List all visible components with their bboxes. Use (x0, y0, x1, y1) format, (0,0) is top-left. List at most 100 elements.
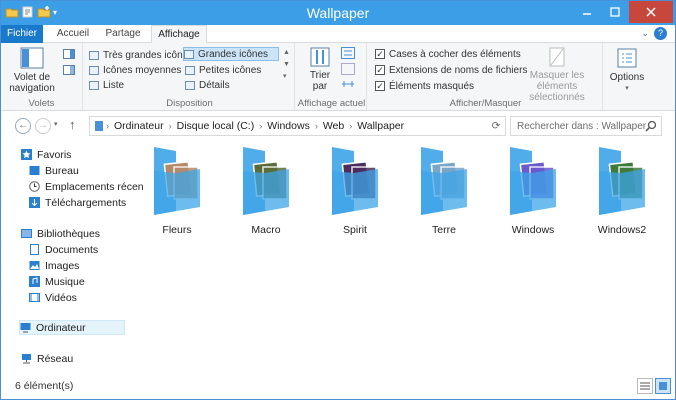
nav-documents[interactable]: Documents (29, 242, 98, 257)
up-arrow-icon[interactable]: ↑ (69, 117, 76, 132)
breadcrumb: › Ordinateur › Disque local (C:) › Windo… (89, 116, 506, 136)
sort-icon (310, 47, 330, 67)
nav-favoris[interactable]: Favoris (21, 147, 71, 162)
layout-very-large-icons[interactable]: Très grandes icônes (89, 48, 193, 62)
star-icon (21, 149, 32, 160)
search-icon[interactable] (645, 120, 657, 132)
folder-item[interactable]: Macro (222, 145, 310, 236)
group-volets: Volet de navigation Volets (1, 43, 83, 111)
medium-icons-icon (89, 65, 99, 75)
layout-small-icons[interactable]: Petites icônes (185, 63, 261, 77)
nav-images[interactable]: Images (29, 258, 79, 273)
folder-label: Fleurs (162, 224, 192, 236)
search-input[interactable]: Rechercher dans : Wallpaper (510, 116, 662, 136)
details-view-button[interactable] (637, 378, 653, 394)
folder-item[interactable]: Terre (400, 145, 488, 236)
breadcrumb-ordinateur[interactable]: Ordinateur (111, 120, 167, 132)
nav-reseau[interactable]: Réseau (21, 351, 73, 366)
breadcrumb-web[interactable]: Web (320, 120, 347, 132)
back-button[interactable]: ← (15, 118, 31, 134)
navigation-pane-label: Volet de navigation (9, 72, 55, 94)
breadcrumb-chevron-icon[interactable]: › (257, 121, 264, 131)
maximize-button[interactable] (601, 1, 629, 23)
group-affichage-actuel: Trier par Affichage actuel (297, 43, 367, 111)
nav-bureau[interactable]: Bureau (29, 163, 79, 178)
breadcrumb-wallpaper[interactable]: Wallpaper (354, 120, 407, 132)
pictures-icon (29, 261, 40, 270)
nav-telechargements[interactable]: Téléchargements (29, 195, 126, 210)
recent-locations-icon[interactable]: ▾ (54, 120, 58, 128)
group-label-affichage-actuel: Affichage actuel (297, 98, 366, 109)
small-icons-icon (185, 65, 195, 75)
checkbox-hidden-items[interactable]: ✓ Éléments masqués (375, 79, 474, 93)
breadcrumb-windows[interactable]: Windows (264, 120, 313, 132)
size-columns-icon[interactable] (341, 79, 357, 89)
group-by-icon[interactable] (341, 47, 357, 59)
computer-icon (20, 323, 31, 333)
large-icons-view-button[interactable] (655, 378, 671, 394)
details-icon (185, 80, 195, 90)
folder-item[interactable]: Spirit (311, 145, 399, 236)
tab-affichage[interactable]: Affichage (151, 25, 207, 44)
layout-medium-icons[interactable]: Icônes moyennes (89, 63, 181, 77)
nav-videos[interactable]: Vidéos (29, 290, 77, 305)
check-icon[interactable]: ✓ (375, 81, 385, 91)
breadcrumb-chevron-icon[interactable]: › (104, 121, 111, 131)
breadcrumb-chevron-icon[interactable]: › (167, 121, 174, 131)
check-icon[interactable]: ✓ (375, 49, 385, 59)
navigation-pane-button[interactable]: Volet de navigation (7, 47, 57, 94)
nav-ordinateur[interactable]: Ordinateur (19, 320, 125, 335)
forward-arrow-icon: → (38, 120, 48, 131)
download-icon (29, 197, 40, 208)
nav-bibliotheques[interactable]: Bibliothèques (21, 226, 100, 241)
close-button[interactable] (629, 1, 673, 23)
navigation-pane: Favoris Bureau Emplacements récen Téléch… (1, 141, 144, 374)
sort-by-button[interactable]: Trier par (305, 47, 335, 92)
folder-location-icon (95, 121, 103, 131)
layout-large-icons[interactable]: Grandes icônes (183, 47, 279, 61)
folder-label: Windows2 (597, 224, 647, 236)
documents-icon (30, 244, 39, 255)
checkbox-item-checkboxes[interactable]: ✓ Cases à cocher des éléments (375, 47, 521, 61)
ribbon-collapse-icon[interactable]: ⌄ (641, 28, 649, 39)
status-bar: 6 élément(s) (1, 375, 675, 399)
folder-item[interactable]: Windows2 (578, 145, 666, 236)
breadcrumb-disque-local[interactable]: Disque local (C:) (174, 120, 258, 132)
ribbon-tabs: Fichier Accueil Partage Affichage ⌄ ? (1, 25, 675, 44)
folder-item[interactable]: Windows (489, 145, 577, 236)
forward-button[interactable]: → (35, 118, 51, 134)
nav-musique[interactable]: Musique (29, 274, 85, 289)
checkbox-file-extensions[interactable]: ✓ Extensions de noms de fichiers (375, 63, 527, 77)
hide-selected-button[interactable]: Masquer les éléments sélectionnés (513, 47, 601, 103)
breadcrumb-chevron-icon[interactable]: › (347, 121, 354, 131)
list-icon (89, 80, 99, 90)
navigation-pane-icon (20, 47, 44, 69)
help-icon[interactable]: ? (654, 27, 667, 40)
options-button[interactable]: Options ▾ (607, 47, 647, 94)
breadcrumb-chevron-icon[interactable]: › (313, 121, 320, 131)
network-icon (22, 354, 31, 364)
layout-gallery-scroll[interactable]: ▲ ▼ ▾ (283, 47, 290, 83)
tab-fichier[interactable]: Fichier (1, 25, 43, 43)
music-icon (29, 276, 40, 287)
tab-accueil[interactable]: Accueil (51, 25, 95, 43)
folder-item[interactable]: Fleurs (133, 145, 221, 236)
details-pane-icon[interactable] (63, 65, 75, 75)
check-icon[interactable]: ✓ (375, 65, 385, 75)
folder-icon (154, 147, 200, 215)
preview-pane-icon[interactable] (63, 49, 75, 59)
minimize-button[interactable] (573, 1, 601, 23)
group-afficher-masquer: ✓ Cases à cocher des éléments ✓ Extensions… (369, 43, 603, 111)
file-list: Fleurs Macro Spirit Terre Windows Windows2 (131, 141, 675, 374)
options-label: Options (609, 72, 645, 83)
maximize-icon (610, 7, 620, 17)
search-placeholder: Rechercher dans : Wallpaper (517, 121, 647, 132)
address-bar-row: ← → ▾ ↑ › Ordinateur › Disque local (C:)… (1, 112, 675, 140)
add-columns-icon[interactable] (341, 63, 357, 75)
back-arrow-icon: ← (18, 120, 28, 131)
refresh-icon[interactable]: ⟳ (487, 120, 505, 132)
tab-partage[interactable]: Partage (101, 25, 145, 43)
layout-list[interactable]: Liste (89, 78, 124, 92)
layout-details[interactable]: Détails (185, 78, 230, 92)
nav-emplacements-recents[interactable]: Emplacements récen (29, 179, 144, 194)
